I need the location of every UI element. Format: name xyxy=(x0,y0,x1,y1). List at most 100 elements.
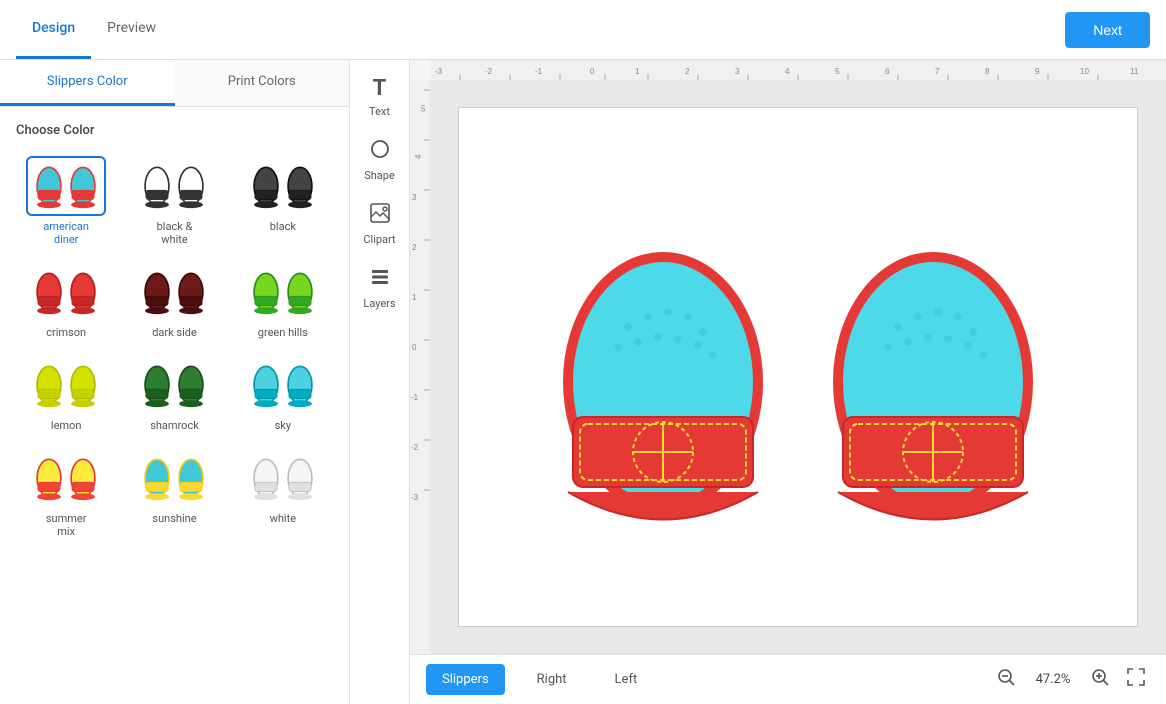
slipper-thumb-summer-mix xyxy=(26,448,106,508)
color-item-shamrock[interactable]: shamrock xyxy=(124,351,224,436)
svg-text:3: 3 xyxy=(412,193,417,202)
svg-text:2: 2 xyxy=(685,67,690,76)
svg-text:0: 0 xyxy=(590,67,595,76)
svg-text:1: 1 xyxy=(635,67,640,76)
color-label-sunshine: sunshine xyxy=(152,512,196,525)
tool-shape[interactable]: Shape xyxy=(354,130,406,190)
zoom-in-button[interactable] xyxy=(1086,663,1114,696)
bottom-bar: Slippers Right Left 47. xyxy=(410,654,1166,704)
color-label-sky: sky xyxy=(275,419,291,432)
color-item-lemon[interactable]: lemon xyxy=(16,351,116,436)
color-item-american-diner[interactable]: american diner xyxy=(16,152,116,250)
view-tab-right[interactable]: Right xyxy=(521,664,583,695)
canvas-content xyxy=(430,80,1166,654)
slipper-thumb-svg xyxy=(140,453,208,503)
next-button[interactable]: Next xyxy=(1065,12,1150,48)
slipper-thumb-svg xyxy=(249,267,317,317)
slipper-thumb-shamrock xyxy=(134,355,214,415)
text-icon: T xyxy=(373,76,387,101)
tool-layers[interactable]: Layers xyxy=(354,258,406,318)
color-label-dark-side: dark side xyxy=(152,326,197,339)
color-item-sky[interactable]: sky xyxy=(233,351,333,436)
tool-text[interactable]: T Text xyxy=(354,68,406,126)
slipper-thumb-svg xyxy=(32,453,100,503)
slipper-thumb-black xyxy=(243,156,323,216)
slipper-thumb-svg xyxy=(32,161,100,211)
color-item-sunshine[interactable]: sunshine xyxy=(124,444,224,542)
canvas-inner xyxy=(458,107,1138,627)
svg-text:7: 7 xyxy=(935,67,940,76)
color-item-dark-side[interactable]: dark side xyxy=(124,258,224,343)
zoom-controls: 47.2% xyxy=(992,663,1150,696)
svg-text:8: 8 xyxy=(985,67,990,76)
tool-sidebar: T Text Shape Cli xyxy=(350,60,410,704)
slipper-thumb-american-diner xyxy=(26,156,106,216)
svg-text:3: 3 xyxy=(735,67,740,76)
color-item-summer-mix[interactable]: summer mix xyxy=(16,444,116,542)
tab-slippers-color[interactable]: Slippers Color xyxy=(0,60,175,106)
svg-text:-3: -3 xyxy=(435,67,443,76)
slipper-left-svg xyxy=(548,207,778,527)
view-tab-left[interactable]: Left xyxy=(599,664,654,695)
header: Design Preview Next xyxy=(0,0,1166,60)
slipper-thumb-svg xyxy=(249,161,317,211)
svg-text:5: 5 xyxy=(421,105,426,114)
fullscreen-button[interactable] xyxy=(1122,663,1150,696)
color-section: Choose Color american diner xyxy=(0,107,349,704)
slipper-right-svg xyxy=(818,207,1048,527)
slipper-thumb-sky xyxy=(243,355,323,415)
slipper-thumb-svg xyxy=(249,360,317,410)
slipper-thumb-lemon xyxy=(26,355,106,415)
color-label-white: white xyxy=(270,512,296,525)
slipper-thumb-green-hills xyxy=(243,262,323,322)
canvas-area: -3 -2 -1 0 1 2 3 4 5 6 7 8 9 xyxy=(410,60,1166,704)
slipper-thumb-crimson xyxy=(26,262,106,322)
shape-icon xyxy=(369,138,391,165)
fullscreen-icon xyxy=(1126,667,1146,687)
slippers-illustration xyxy=(548,207,1048,527)
color-item-black-white[interactable]: black & white xyxy=(124,152,224,250)
color-label-black-white: black & white xyxy=(157,220,193,246)
color-item-crimson[interactable]: crimson xyxy=(16,258,116,343)
color-label-black: black xyxy=(270,220,296,233)
layers-icon xyxy=(369,266,391,293)
color-item-white[interactable]: white xyxy=(233,444,333,542)
slipper-thumb-black-white xyxy=(134,156,214,216)
svg-text:6: 6 xyxy=(885,67,890,76)
slipper-thumb-svg xyxy=(140,267,208,317)
color-label-lemon: lemon xyxy=(51,419,82,432)
color-item-green-hills[interactable]: green hills xyxy=(233,258,333,343)
slipper-thumb-dark-side xyxy=(134,262,214,322)
color-label-crimson: crimson xyxy=(46,326,86,339)
slipper-thumb-svg xyxy=(140,360,208,410)
slipper-thumb-svg xyxy=(249,453,317,503)
tab-preview[interactable]: Preview xyxy=(91,0,172,59)
zoom-in-icon xyxy=(1090,667,1110,687)
slipper-thumb-svg xyxy=(32,360,100,410)
color-grid: american diner black & white xyxy=(16,152,333,542)
svg-text:-2: -2 xyxy=(485,67,493,76)
slipper-thumb-white xyxy=(243,448,323,508)
zoom-out-button[interactable] xyxy=(992,663,1020,696)
tool-clipart[interactable]: Clipart xyxy=(354,194,406,254)
ruler-left-svg: 5 4 3 2 1 0 -1 xyxy=(410,80,430,654)
svg-text:-1: -1 xyxy=(535,67,543,76)
svg-text:4: 4 xyxy=(785,67,790,76)
color-label-american-diner: american diner xyxy=(43,220,89,246)
svg-text:5: 5 xyxy=(835,67,840,76)
color-label-summer-mix: summer mix xyxy=(46,512,87,538)
slipper-thumb-svg xyxy=(140,161,208,211)
svg-text:1: 1 xyxy=(412,293,417,302)
svg-text:10: 10 xyxy=(1080,67,1089,76)
tab-design[interactable]: Design xyxy=(16,0,91,59)
svg-text:9: 9 xyxy=(1035,67,1040,76)
tab-print-colors[interactable]: Print Colors xyxy=(175,60,350,106)
view-tab-slippers[interactable]: Slippers xyxy=(426,664,505,695)
ruler-left: 5 4 3 2 1 0 -1 xyxy=(410,80,430,654)
clipart-icon xyxy=(369,202,391,229)
color-item-black[interactable]: black xyxy=(233,152,333,250)
svg-text:2: 2 xyxy=(412,243,417,252)
svg-text:-2: -2 xyxy=(411,443,419,452)
left-panel: Slippers Color Print Colors Choose Color xyxy=(0,60,350,704)
canvas-wrapper: -3 -2 -1 0 1 2 3 4 5 6 7 8 9 xyxy=(410,60,1166,654)
